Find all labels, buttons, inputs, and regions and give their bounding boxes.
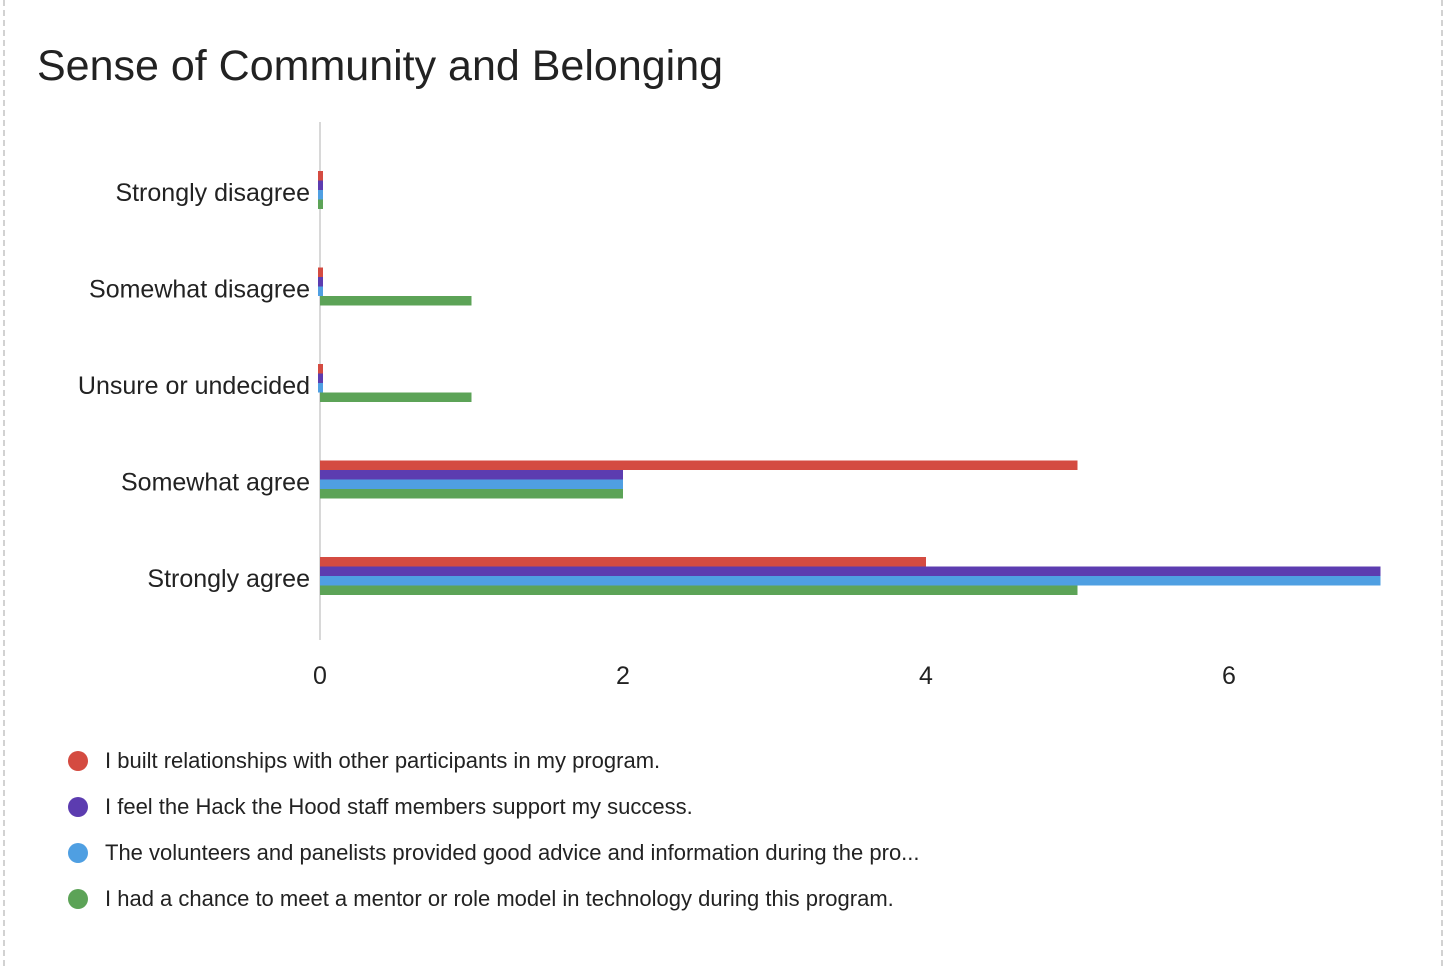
bars: [318, 171, 1381, 595]
bar[interactable]: [318, 267, 323, 278]
bar[interactable]: [318, 277, 323, 287]
legend-item[interactable]: I feel the Hack the Hood staff members s…: [68, 784, 920, 830]
legend-label: I feel the Hack the Hood staff members s…: [105, 794, 693, 819]
bar[interactable]: [318, 373, 323, 384]
bar[interactable]: [320, 585, 1078, 596]
bar[interactable]: [320, 460, 1078, 471]
legend-swatch-icon: [68, 843, 88, 863]
bar[interactable]: [320, 557, 926, 567]
bar[interactable]: [320, 576, 1381, 586]
bar[interactable]: [320, 470, 623, 480]
bar[interactable]: [320, 392, 472, 403]
bar[interactable]: [318, 180, 323, 191]
category-labels: Strongly disagree Somewhat disagree Unsure…: [78, 179, 310, 593]
bar[interactable]: [320, 489, 623, 499]
legend-label: The volunteers and panelists provided go…: [105, 840, 920, 865]
chart-plot: Strongly disagree Somewhat disagree Unsure…: [78, 122, 1381, 690]
x-tick-label: 2: [616, 662, 630, 690]
legend-label: I built relationships with other partici…: [105, 748, 661, 773]
legend: I built relationships with other partici…: [68, 738, 920, 922]
x-tick-label: 0: [313, 662, 327, 690]
legend-swatch-icon: [68, 889, 88, 909]
bar[interactable]: [318, 364, 323, 374]
legend-swatch-icon: [68, 797, 88, 817]
bar[interactable]: [318, 171, 323, 181]
category-label: Somewhat disagree: [89, 276, 310, 304]
x-tick-label: 6: [1222, 662, 1236, 690]
legend-item[interactable]: The volunteers and panelists provided go…: [68, 830, 920, 876]
bar[interactable]: [318, 286, 323, 297]
bar[interactable]: [320, 479, 623, 490]
category-label: Somewhat agree: [121, 469, 310, 497]
bar[interactable]: [320, 296, 472, 306]
bar[interactable]: [320, 566, 1381, 577]
x-tick-label: 4: [919, 662, 933, 690]
category-label: Strongly disagree: [115, 179, 310, 207]
legend-item[interactable]: I built relationships with other partici…: [68, 738, 920, 784]
x-axis-ticks: 0 2 4 6: [313, 662, 1236, 690]
category-label: Unsure or undecided: [78, 372, 310, 400]
legend-label: I had a chance to meet a mentor or role …: [105, 886, 894, 911]
bar[interactable]: [318, 190, 323, 200]
bar[interactable]: [318, 199, 323, 210]
legend-item[interactable]: I had a chance to meet a mentor or role …: [68, 876, 920, 922]
legend-swatch-icon: [68, 751, 88, 771]
bar[interactable]: [318, 383, 323, 393]
category-label: Strongly agree: [147, 565, 310, 593]
